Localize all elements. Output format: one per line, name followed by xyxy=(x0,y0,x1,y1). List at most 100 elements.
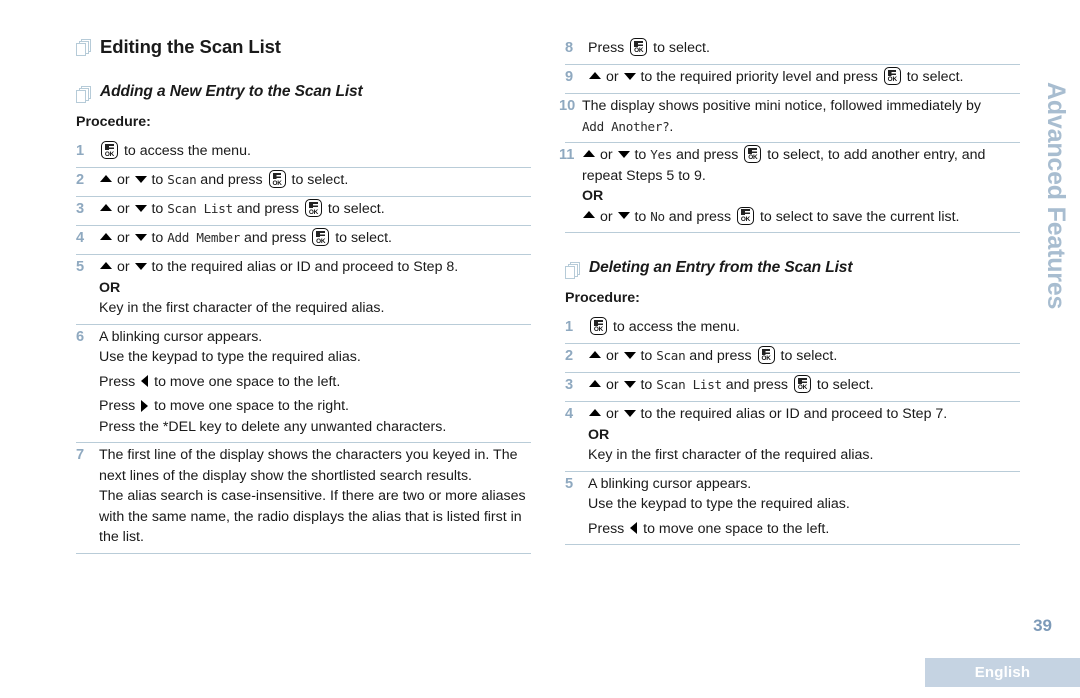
step-number: 3 xyxy=(565,377,574,394)
procedure-label: Procedure: xyxy=(565,290,640,306)
arrow-up-icon xyxy=(100,262,112,270)
menu-ok-key-icon: OK xyxy=(737,206,754,225)
arrow-down-icon xyxy=(623,380,636,388)
arrow-down-icon xyxy=(617,212,630,220)
step-line: OK to access the menu. xyxy=(588,317,1020,338)
step-line: or to Scan List and press OK to select. xyxy=(588,375,1020,396)
procedure-step: 5 A blinking cursor appears. Use the keypa… xyxy=(565,472,1020,546)
radio-display-text: Scan List xyxy=(167,201,233,217)
subsection-heading-deleting: Deleting an Entry from the Scan List xyxy=(565,259,1020,279)
arrow-down-icon xyxy=(623,409,636,417)
procedure-steps-continued: 8 Press OK to select. 9 or to the required… xyxy=(559,36,1020,233)
step-body: or to Scan and press OK to select. xyxy=(99,170,531,191)
step-or-separator: OR xyxy=(588,426,610,443)
radio-display-text: Scan List xyxy=(656,377,722,393)
procedure-step: 2 or to Scan and press OK to select. xyxy=(565,344,1020,374)
arrow-up-icon xyxy=(589,379,601,387)
step-body: Press OK to select. xyxy=(588,38,1020,59)
step-or-separator: OR xyxy=(582,188,604,204)
procedure-step: 4 or to the required alias or ID and pro… xyxy=(565,402,1020,472)
step-body: or to Yes and press OK to select, to add… xyxy=(582,145,1020,227)
manual-page: Editing the Scan List Adding a New Entry… xyxy=(0,0,1080,698)
procedure-step: 11 or to Yes and press OK to select, to … xyxy=(559,143,1020,233)
subsection-title: Deleting an Entry from the Scan List xyxy=(589,259,853,276)
step-number: 4 xyxy=(76,230,85,247)
arrow-down-icon xyxy=(623,72,636,80)
procedure-step: 8 Press OK to select. xyxy=(565,36,1020,65)
arrow-down-icon xyxy=(617,150,630,158)
step-number: 11 xyxy=(559,147,575,163)
arrow-left-icon xyxy=(630,521,638,534)
step-line: A blinking cursor appears. xyxy=(588,475,752,492)
step-line: or to Scan and press OK to select. xyxy=(99,170,531,191)
step-body: A blinking cursor appears. Use the keypad… xyxy=(588,474,1020,540)
procedure-step: 7 The first line of the display shows the… xyxy=(76,443,531,554)
menu-ok-key-icon: OK xyxy=(268,170,286,189)
arrow-down-icon xyxy=(134,176,147,184)
left-column: Editing the Scan List Adding a New Entry… xyxy=(76,36,531,554)
language-label: English xyxy=(974,664,1031,681)
arrow-left-icon xyxy=(141,375,149,388)
step-number: 4 xyxy=(565,406,574,423)
step-line: or to No and press OK to select to save … xyxy=(582,206,1020,228)
menu-ok-key-icon: OK xyxy=(590,317,607,336)
procedure-step: 10 The display shows positive mini notice… xyxy=(559,94,1020,143)
radio-display-text: Scan xyxy=(656,348,686,364)
step-body: or to Scan List and press OK to select. xyxy=(588,375,1020,396)
procedure-label: Procedure: xyxy=(76,114,151,131)
step-line: The alias search is case-insensitive. If… xyxy=(99,488,526,546)
arrow-up-icon xyxy=(589,350,601,358)
subsection-title: Adding a New Entry to the Scan List xyxy=(100,83,363,101)
step-line: Press the *DEL key to delete any unwante… xyxy=(99,418,447,435)
step-body: or to the required priority level and pr… xyxy=(588,67,1020,88)
step-number: 5 xyxy=(565,475,574,492)
arrow-up-icon xyxy=(583,211,595,219)
step-line: Key in the first character of the requir… xyxy=(99,300,385,317)
radio-display-text: Yes xyxy=(650,147,673,162)
step-line: The display shows positive mini notice, … xyxy=(582,98,982,135)
arrow-down-icon xyxy=(134,205,147,213)
stacked-pages-icon xyxy=(565,262,580,279)
step-line: The first line of the display shows the … xyxy=(99,447,518,484)
step-number: 3 xyxy=(76,201,85,218)
step-number: 2 xyxy=(76,172,85,189)
radio-display-text: No xyxy=(650,208,665,224)
step-line: Press to move one space to the left. xyxy=(99,373,341,390)
subsection-heading-adding: Adding a New Entry to the Scan List xyxy=(76,83,531,104)
step-or-separator: OR xyxy=(99,279,121,296)
arrow-up-icon xyxy=(100,204,112,212)
radio-display-text: Add Another? xyxy=(582,118,670,134)
procedure-step: 9 or to the required priority level and … xyxy=(565,65,1020,94)
arrow-up-icon xyxy=(583,149,595,157)
step-line: Press to move one space to the left. xyxy=(588,520,830,537)
step-line: OK to access the menu. xyxy=(99,141,531,162)
arrow-down-icon xyxy=(623,351,636,359)
step-body: OK to access the menu. xyxy=(99,141,531,162)
step-body: or to the required alias or ID and proce… xyxy=(588,404,1020,466)
step-line: Press to move one space to the right. xyxy=(99,398,349,415)
step-body: or to Scan and press OK to select. xyxy=(588,346,1020,367)
page-title: Editing the Scan List xyxy=(100,36,281,57)
section-heading: Editing the Scan List xyxy=(76,36,531,57)
arrow-down-icon xyxy=(134,234,147,242)
menu-ok-key-icon: OK xyxy=(757,346,775,365)
arrow-up-icon xyxy=(100,233,112,241)
procedure-step: 3 or to Scan List and press OK to select… xyxy=(565,373,1020,403)
step-number: 7 xyxy=(76,447,85,464)
step-body: The first line of the display shows the … xyxy=(99,445,531,548)
language-bar: English xyxy=(925,658,1080,687)
arrow-up-icon xyxy=(589,408,601,416)
radio-display-text: Scan xyxy=(167,172,197,188)
chapter-side-tab: Advanced Features xyxy=(1042,82,1070,310)
step-line: Use the keypad to type the required alia… xyxy=(99,349,361,366)
step-number: 6 xyxy=(76,328,85,345)
step-line: or to the required alias or ID and proce… xyxy=(99,257,531,278)
procedure-step: 1 OK to access the menu. xyxy=(565,315,1020,345)
menu-ok-key-icon: OK xyxy=(304,199,322,218)
step-number: 1 xyxy=(76,143,85,160)
procedure-step: 6 A blinking cursor appears. Use the keypa… xyxy=(76,325,531,444)
step-body: or to the required alias or ID and proce… xyxy=(99,257,531,319)
procedure-step: 3 or to Scan List and press OK to select… xyxy=(76,197,531,227)
step-line: Key in the first character of the requir… xyxy=(588,447,874,464)
step-body: OK to access the menu. xyxy=(588,317,1020,338)
